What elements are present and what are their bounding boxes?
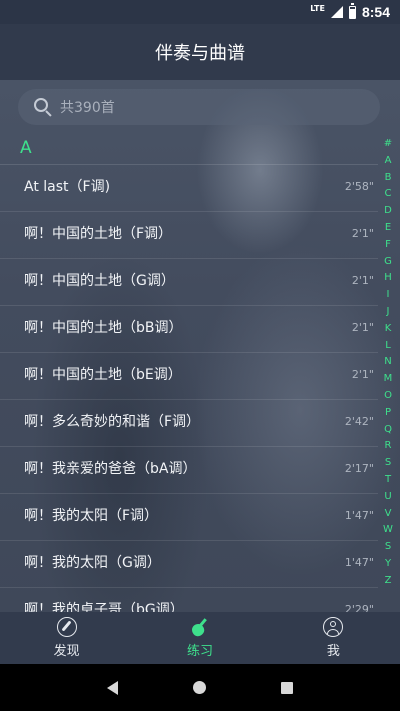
index-letter[interactable]: G — [384, 254, 392, 271]
status-time: 8:54 — [361, 4, 390, 20]
song-duration: 2'29" — [344, 603, 374, 612]
song-row[interactable]: 啊！我亲爱的爸爸（bA调） 2'17" — [0, 447, 378, 494]
song-row[interactable]: 啊！多么奇妙的和谐（F调） 2'42" — [0, 400, 378, 447]
compass-icon — [56, 617, 77, 637]
index-letter[interactable]: N — [384, 354, 391, 371]
violin-icon — [189, 617, 210, 639]
song-title: 啊！我的卓子哥（bG调） — [24, 602, 184, 612]
index-letter[interactable]: P — [385, 405, 391, 422]
song-title: 啊！中国的土地（G调） — [24, 273, 175, 289]
signal-icon — [330, 6, 343, 18]
index-letter[interactable]: R — [385, 438, 392, 455]
search-input[interactable]: 共390首 — [18, 89, 380, 125]
status-bar: LTE 8:54 — [0, 0, 400, 24]
song-row[interactable]: At last（F调) 2'58" — [0, 165, 378, 212]
index-letter[interactable]: J — [387, 304, 390, 321]
song-row[interactable]: 啊！我的太阳（G调） 1'47" — [0, 541, 378, 588]
network-type: LTE — [310, 4, 325, 13]
app-header: 伴奏与曲谱 — [0, 24, 400, 80]
user-icon — [323, 617, 344, 637]
recents-icon[interactable] — [280, 681, 293, 694]
section-header-letter: A — [20, 138, 32, 158]
index-letter[interactable]: A — [385, 153, 392, 170]
index-letter[interactable]: Q — [384, 422, 392, 439]
song-title: At last（F调) — [24, 179, 111, 195]
search-placeholder: 共390首 — [60, 100, 115, 116]
tab-label: 练习 — [186, 644, 213, 659]
index-letter[interactable]: Z — [385, 573, 392, 590]
song-duration: 2'1" — [351, 368, 374, 381]
song-duration: 2'1" — [351, 321, 374, 334]
song-duration: 2'58" — [344, 180, 374, 193]
song-duration: 2'1" — [351, 227, 374, 240]
bottom-tab-bar: 发现 练习 我 — [0, 612, 400, 664]
index-letter[interactable]: F — [385, 237, 391, 254]
index-letter[interactable]: L — [385, 338, 391, 355]
page-title: 伴奏与曲谱 — [155, 43, 245, 64]
app-screen: LTE 8:54 伴奏与曲谱 共390首 A At last（F调) 2'58" … — [0, 0, 400, 711]
back-icon[interactable] — [107, 680, 119, 695]
song-title: 啊！我的太阳（F调） — [24, 508, 159, 524]
song-duration: 2'42" — [344, 415, 374, 428]
song-duration: 1'47" — [344, 556, 374, 569]
song-title: 啊！多么奇妙的和谐（F调） — [24, 414, 201, 430]
song-title: 啊！中国的土地（bB调） — [24, 320, 183, 336]
song-title: 啊！我亲爱的爸爸（bA调） — [24, 461, 197, 477]
tab-practice[interactable]: 练习 — [133, 612, 266, 664]
song-row[interactable]: 啊！中国的土地（bE调） 2'1" — [0, 353, 378, 400]
index-letter[interactable]: O — [384, 388, 392, 405]
index-letter[interactable]: S — [385, 539, 391, 556]
index-letter[interactable]: D — [384, 203, 392, 220]
song-duration: 1'47" — [344, 509, 374, 522]
index-letter[interactable]: W — [383, 522, 393, 539]
song-row[interactable]: 啊！中国的土地（F调） 2'1" — [0, 212, 378, 259]
song-duration: 2'17" — [344, 462, 374, 475]
index-letter[interactable]: E — [385, 220, 391, 237]
song-duration: 2'1" — [351, 274, 374, 287]
index-letter[interactable]: T — [385, 472, 391, 489]
index-letter[interactable]: B — [385, 170, 392, 187]
song-list: At last（F调) 2'58" 啊！中国的土地（F调） 2'1" 啊！中国的土地… — [0, 165, 378, 612]
index-letter[interactable]: M — [384, 371, 393, 388]
index-letter[interactable]: U — [384, 489, 391, 506]
alphabet-index-bar[interactable]: # A B C D E F G H I J K L N M O P Q R S … — [380, 136, 396, 590]
song-row[interactable]: 啊！中国的土地（G调） 2'1" — [0, 259, 378, 306]
search-icon — [34, 98, 52, 117]
song-list-panel: 共390首 A At last（F调) 2'58" 啊！中国的土地（F调） 2'1"… — [0, 80, 400, 612]
tab-label: 我 — [326, 644, 340, 659]
battery-icon — [348, 2, 356, 19]
tab-label: 发现 — [53, 644, 80, 659]
index-letter[interactable]: I — [387, 287, 390, 304]
index-letter[interactable]: C — [385, 186, 392, 203]
index-letter[interactable]: S — [385, 455, 391, 472]
song-row[interactable]: 啊！我的太阳（F调） 1'47" — [0, 494, 378, 541]
song-row[interactable]: 啊！中国的土地（bB调） 2'1" — [0, 306, 378, 353]
song-title: 啊！中国的土地（F调） — [24, 226, 173, 242]
song-title: 啊！中国的土地（bE调） — [24, 367, 182, 383]
index-letter[interactable]: Y — [385, 556, 391, 573]
index-letter[interactable]: V — [385, 506, 392, 523]
song-row[interactable]: 啊！我的卓子哥（bG调） 2'29" — [0, 588, 378, 612]
system-nav-bar — [0, 664, 400, 711]
song-title: 啊！我的太阳（G调） — [24, 555, 161, 571]
tab-me[interactable]: 我 — [267, 612, 400, 664]
index-letter[interactable]: H — [384, 270, 392, 287]
home-icon[interactable] — [192, 681, 206, 694]
index-letter[interactable]: # — [384, 136, 392, 153]
index-letter[interactable]: K — [385, 321, 392, 338]
tab-discover[interactable]: 发现 — [0, 612, 133, 664]
